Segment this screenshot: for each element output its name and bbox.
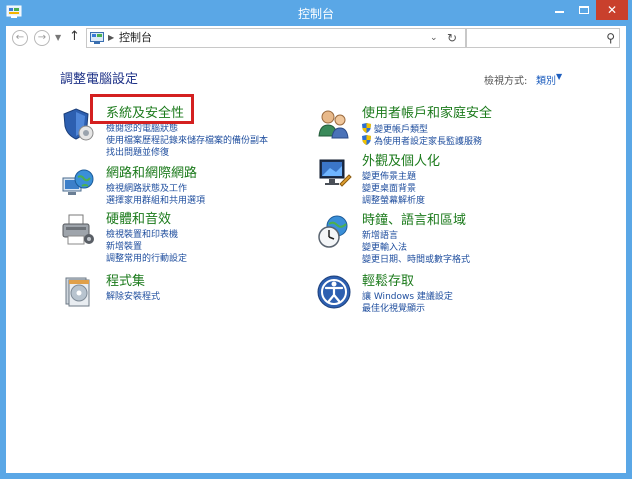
breadcrumb-separator-icon[interactable]: ▶ (108, 30, 114, 46)
link-homegroup-sharing[interactable]: 選擇家用群組和共用選項 (106, 195, 205, 207)
up-arrow-icon: ↑ (69, 29, 80, 44)
printer-hardware-icon[interactable] (60, 212, 96, 248)
category-title-hardware-sound[interactable]: 硬體和音效 (106, 212, 171, 228)
maximize-button[interactable] (572, 0, 596, 20)
category-title-appearance[interactable]: 外觀及個人化 (362, 154, 440, 170)
appearance-monitor-icon[interactable] (316, 154, 352, 190)
recent-locations-dropdown[interactable]: ▼ (55, 30, 61, 46)
control-panel-icon (90, 32, 104, 44)
link-mobility-settings[interactable]: 調整常用的行動設定 (106, 253, 187, 265)
link-change-account-type-label: 變更帳戶類型 (374, 125, 429, 135)
chevron-down-icon: ▼ (55, 33, 62, 42)
link-review-status[interactable]: 檢閱您的電腦狀態 (106, 123, 178, 135)
link-change-input-method[interactable]: 變更輸入法 (362, 242, 407, 254)
page-title: 調整電腦設定 (60, 72, 139, 87)
address-dropdown-icon[interactable]: ⌄ (430, 31, 438, 45)
link-parental-controls[interactable]: 為使用者設定家長監護服務 (362, 135, 482, 148)
view-by-label: 檢視方式: (484, 76, 528, 87)
uac-shield-icon (362, 123, 371, 133)
clock-globe-icon[interactable] (316, 213, 352, 249)
forward-arrow-icon: → (37, 32, 47, 43)
network-globe-icon[interactable] (60, 166, 96, 202)
link-date-time-format[interactable]: 變更日期、時間或數字格式 (362, 254, 470, 266)
link-optimize-display[interactable]: 最佳化視覺顯示 (362, 303, 425, 315)
link-change-theme[interactable]: 變更佈景主題 (362, 171, 416, 183)
link-add-language[interactable]: 新增語言 (362, 230, 398, 242)
link-desktop-background[interactable]: 變更桌面背景 (362, 183, 416, 195)
category-title-programs[interactable]: 程式集 (106, 274, 145, 290)
window-bottom-border (0, 473, 632, 479)
link-uninstall-program[interactable]: 解除安裝程式 (106, 291, 160, 303)
users-icon[interactable] (316, 106, 352, 142)
up-button[interactable]: ↑ (69, 28, 80, 46)
programs-icon[interactable] (60, 274, 96, 310)
control-panel-window: 控制台 ✕ ← → ▼ ↑ ▶ 控制台 ⌄ ↻ ⚲ 調整電腦設定 檢視方式: 類… (0, 0, 632, 479)
back-arrow-icon: ← (15, 32, 25, 43)
category-title-clock-language-region[interactable]: 時鐘、語言和區域 (362, 213, 466, 229)
link-windows-suggest-settings[interactable]: 讓 Windows 建議設定 (362, 291, 453, 303)
maximize-icon (579, 6, 589, 14)
link-add-device[interactable]: 新增裝置 (106, 241, 142, 253)
close-icon: ✕ (606, 3, 618, 17)
search-icon[interactable]: ⚲ (606, 30, 615, 46)
uac-shield-icon (362, 135, 371, 145)
ease-of-access-icon[interactable] (316, 274, 352, 310)
link-network-status[interactable]: 檢視網路狀態及工作 (106, 183, 187, 195)
refresh-icon[interactable]: ↻ (447, 30, 457, 46)
view-by-dropdown[interactable]: 類別 (536, 72, 556, 87)
search-input[interactable]: ⚲ (466, 28, 620, 48)
link-troubleshoot[interactable]: 找出問題並修復 (106, 147, 169, 159)
category-title-ease-of-access[interactable]: 輕鬆存取 (362, 274, 414, 290)
navigation-bar: ← → ▼ ↑ ▶ 控制台 ⌄ ↻ ⚲ (6, 26, 626, 50)
window-title: 控制台 (297, 7, 334, 21)
link-devices-printers[interactable]: 檢視裝置和印表機 (106, 229, 178, 241)
main-content: 調整電腦設定 檢視方式: 類別 ▼ 系統及安全性 檢閱您的電腦狀態 使用檔案歷程… (6, 50, 626, 473)
address-bar[interactable]: ▶ 控制台 ⌄ ↻ (86, 28, 466, 48)
back-button[interactable]: ← (12, 30, 28, 46)
link-file-history[interactable]: 使用檔案歷程記錄來儲存檔案的備份副本 (106, 135, 268, 147)
category-title-user-accounts[interactable]: 使用者帳戶和家庭安全 (362, 106, 492, 122)
highlight-box (90, 94, 194, 124)
title-bar[interactable]: 控制台 ✕ (0, 0, 632, 26)
minimize-icon (555, 11, 564, 13)
forward-button[interactable]: → (34, 30, 50, 46)
breadcrumb-control-panel[interactable]: 控制台 (119, 31, 152, 45)
category-title-network-internet[interactable]: 網路和網際網路 (106, 166, 197, 182)
close-button[interactable]: ✕ (596, 0, 628, 20)
link-parental-controls-label: 為使用者設定家長監護服務 (374, 137, 483, 147)
link-screen-resolution[interactable]: 調整螢幕解析度 (362, 195, 425, 207)
minimize-button[interactable] (546, 0, 572, 20)
view-by-chevron-icon[interactable]: ▼ (556, 72, 562, 81)
